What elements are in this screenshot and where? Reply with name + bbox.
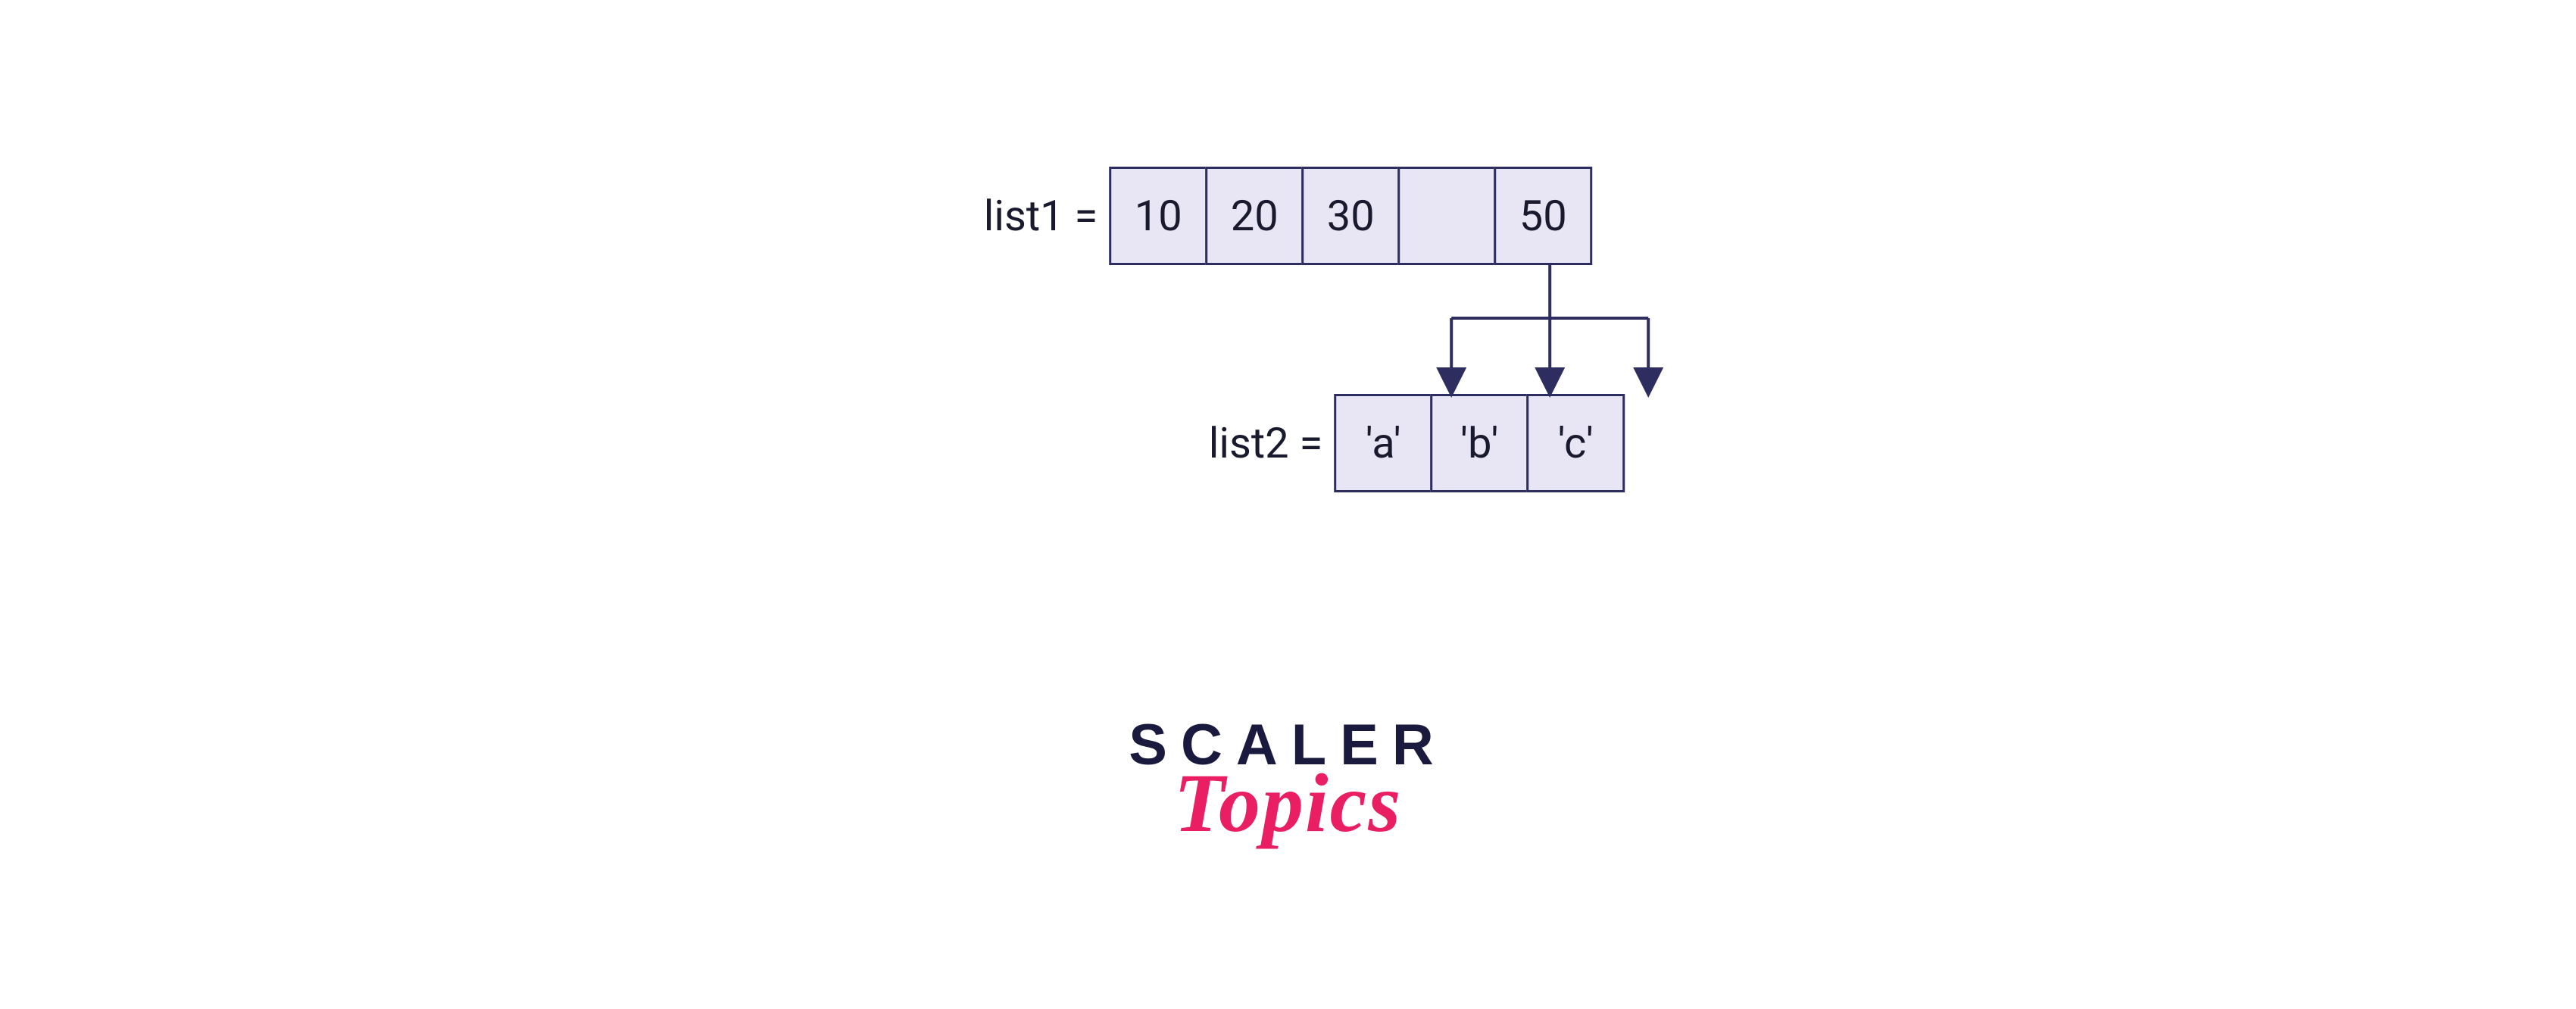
logo-topics-text: Topics <box>1129 755 1447 851</box>
list2-cells: 'a' 'b' 'c' <box>1334 394 1625 492</box>
list2-label: list2 = <box>1209 418 1323 468</box>
list1-cell-3 <box>1397 167 1496 265</box>
list1-cell-2: 30 <box>1301 167 1400 265</box>
list1-cell-4: 50 <box>1494 167 1592 265</box>
list2-cell-1: 'b' <box>1430 394 1528 492</box>
list2-row: list2 = 'a' 'b' 'c' <box>1209 394 1625 492</box>
list2-cell-0: 'a' <box>1334 394 1432 492</box>
list1-cell-1: 20 <box>1205 167 1304 265</box>
list1-label: list1 = <box>984 191 1098 241</box>
list2-cell-2: 'c' <box>1526 394 1625 492</box>
list1-row: list1 = 10 20 30 50 <box>984 167 1593 265</box>
diagram-container: list1 = 10 20 30 50 list2 = 'a' 'b' 'c' <box>951 167 1625 492</box>
list1-cells: 10 20 30 50 <box>1109 167 1592 265</box>
list1-cell-0: 10 <box>1109 167 1207 265</box>
scaler-topics-logo: SCALER Topics <box>1129 712 1447 851</box>
